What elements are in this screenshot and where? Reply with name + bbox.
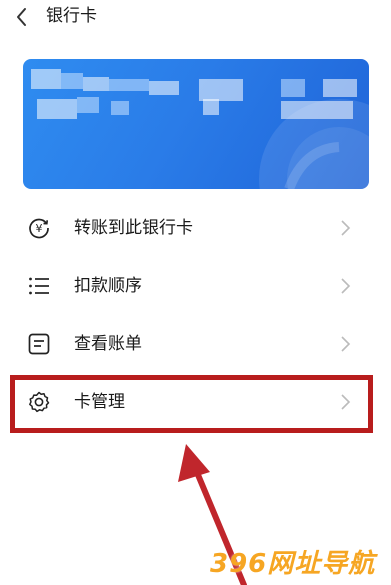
menu-item-card-management[interactable]: 卡管理	[0, 374, 391, 430]
watermark-text: 396网址导航	[210, 549, 376, 579]
chevron-right-icon	[341, 278, 351, 294]
header-bar: 银行卡	[0, 0, 391, 36]
page-title: 银行卡	[46, 6, 97, 26]
svg-text:¥: ¥	[36, 222, 43, 235]
menu-label: 扣款顺序	[74, 276, 142, 296]
card-logo-watermark-icon	[259, 99, 369, 189]
menu-label: 卡管理	[74, 392, 125, 412]
menu-item-view-bill[interactable]: 查看账单	[0, 316, 391, 372]
chevron-right-icon	[341, 394, 351, 410]
bill-icon	[28, 333, 50, 355]
yuan-transfer-icon: ¥	[29, 218, 49, 239]
menu-item-deduction-order[interactable]: 扣款顺序	[0, 258, 391, 314]
gear-icon	[29, 391, 50, 413]
bank-card[interactable]	[23, 59, 369, 189]
menu-item-transfer[interactable]: ¥ 转账到此银行卡	[0, 200, 391, 256]
chevron-right-icon	[341, 336, 351, 352]
list-icon	[29, 277, 49, 295]
chevron-right-icon	[341, 220, 351, 236]
menu-label: 查看账单	[74, 334, 142, 354]
menu-label: 转账到此银行卡	[74, 218, 193, 238]
back-arrow-icon[interactable]	[10, 4, 36, 30]
